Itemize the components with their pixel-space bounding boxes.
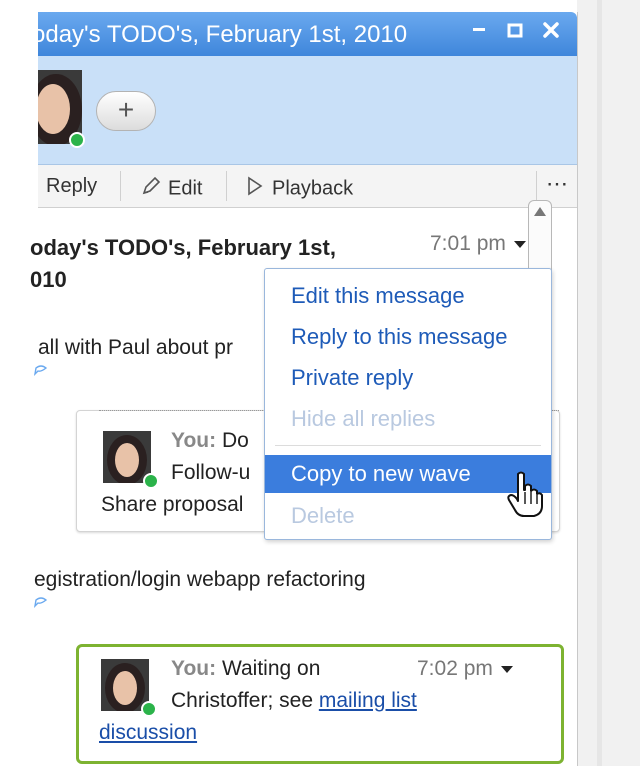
blip-title-line1: oday's TODO's, February 1st, bbox=[30, 235, 336, 260]
wave-title-bar[interactable]: oday's TODO's, February 1st, 2010 bbox=[32, 12, 577, 56]
toolbar-divider bbox=[226, 171, 227, 201]
reply-time-text: 7:02 pm bbox=[417, 657, 493, 680]
mailing-list-link[interactable]: mailing list bbox=[319, 689, 417, 712]
more-options-button[interactable]: ⋯ bbox=[546, 171, 568, 197]
hand-cursor-icon bbox=[506, 470, 544, 518]
toolbar-divider bbox=[120, 171, 121, 201]
minimize-icon[interactable] bbox=[470, 16, 488, 46]
chevron-down-icon[interactable] bbox=[500, 665, 513, 673]
reply-text: Waiting on bbox=[221, 657, 321, 680]
background-area bbox=[577, 0, 640, 766]
reply-line-2: Christoffer; see mailing list bbox=[171, 689, 417, 713]
reply-line-1: You: Do bbox=[171, 429, 249, 453]
maximize-icon[interactable] bbox=[506, 18, 524, 48]
reply-text: Christoffer; see bbox=[171, 689, 319, 712]
online-status-icon bbox=[69, 132, 85, 148]
reply-line-2: Follow-u bbox=[171, 461, 251, 484]
participants-bar: + bbox=[38, 56, 577, 165]
avatar-face bbox=[115, 443, 139, 477]
wave-title: oday's TODO's, February 1st, 2010 bbox=[32, 21, 408, 48]
reply-button[interactable]: Reply bbox=[46, 175, 97, 198]
reply-line-1: You: Waiting on bbox=[171, 657, 320, 681]
add-participant-button[interactable]: + bbox=[96, 91, 156, 131]
edit-button[interactable]: Edit bbox=[140, 175, 202, 203]
blip-timestamp[interactable]: 7:01 pm bbox=[430, 232, 526, 256]
reply-indicator-icon[interactable] bbox=[33, 364, 48, 382]
chevron-down-icon[interactable] bbox=[513, 240, 526, 248]
wave-toolbar: Reply Edit Playback ⋯ bbox=[38, 165, 577, 208]
discussion-link[interactable]: discussion bbox=[99, 721, 197, 744]
menu-item-reply-message[interactable]: Reply to this message bbox=[265, 318, 551, 356]
menu-item-edit-message[interactable]: Edit this message bbox=[265, 277, 551, 315]
active-reply-blip[interactable]: You: Waiting on 7:02 pm Christoffer; see… bbox=[76, 644, 564, 764]
reply-label: Reply bbox=[46, 175, 98, 197]
reply-author: You: bbox=[171, 657, 217, 680]
background-divider bbox=[597, 0, 602, 766]
reply-timestamp[interactable]: 7:02 pm bbox=[417, 657, 513, 681]
reply-line-3: Share proposal bbox=[101, 493, 244, 516]
pencil-icon bbox=[140, 175, 162, 203]
reply-author: You: bbox=[171, 429, 217, 452]
online-status-icon bbox=[143, 473, 159, 489]
playback-label: Playback bbox=[272, 177, 354, 200]
online-status-icon bbox=[141, 701, 157, 717]
edit-label: Edit bbox=[168, 177, 203, 200]
blip-text-line: egistration/login webapp refactoring bbox=[34, 568, 366, 591]
reply-indicator-icon[interactable] bbox=[33, 596, 48, 614]
menu-separator bbox=[275, 445, 541, 446]
scroll-up-icon[interactable] bbox=[534, 207, 546, 216]
avatar-face bbox=[113, 671, 137, 705]
reply-text: Do bbox=[221, 429, 249, 452]
menu-item-private-reply[interactable]: Private reply bbox=[265, 359, 551, 397]
toolbar-divider bbox=[536, 171, 537, 201]
close-icon[interactable] bbox=[541, 18, 561, 48]
reply-line-3: discussion bbox=[99, 721, 197, 745]
page: oday's TODO's, February 1st, 2010 + Repl… bbox=[0, 0, 640, 766]
blip-text-line: all with Paul about pr bbox=[38, 336, 233, 359]
blip-time-text: 7:01 pm bbox=[430, 232, 506, 255]
menu-item-hide-replies: Hide all replies bbox=[291, 406, 436, 431]
playback-button[interactable]: Playback bbox=[246, 175, 353, 203]
play-icon bbox=[246, 175, 264, 203]
